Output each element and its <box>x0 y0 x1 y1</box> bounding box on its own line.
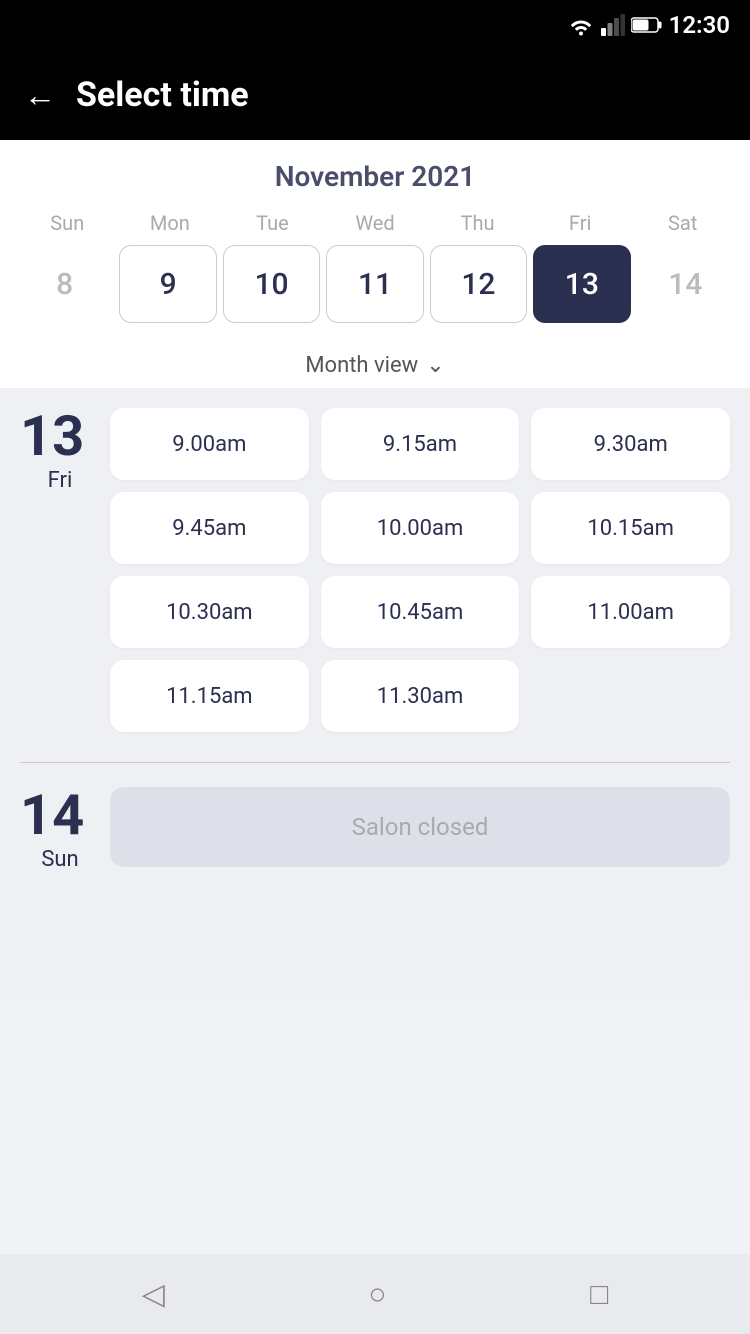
slots-section: 13 Fri 9.00am9.15am9.30am 9.45am10.00am10.1… <box>0 388 750 1002</box>
day-headers: Sun Mon Tue Wed Thu Fri Sat <box>16 211 734 235</box>
date-cell-14[interactable]: 14 <box>637 245 734 323</box>
time-slot-900am[interactable]: 9.00am <box>110 408 309 480</box>
clock-time: 12:30 <box>669 11 730 39</box>
nav-back-icon[interactable]: ◁ <box>142 1277 165 1312</box>
calendar-section: November 2021 Sun Mon Tue Wed Thu Fri Sa… <box>0 140 750 339</box>
time-slot-930am[interactable]: 9.30am <box>531 408 730 480</box>
divider <box>20 762 730 763</box>
nav-recent-icon[interactable]: □ <box>590 1277 608 1312</box>
day-name-Sun: Sun <box>41 847 78 872</box>
day-block-14: 14 Sun Salon closed <box>20 787 730 872</box>
day-header-sat: Sat <box>631 211 734 235</box>
date-cell-10[interactable]: 10 <box>223 245 320 323</box>
day-header-fri: Fri <box>529 211 632 235</box>
day-block-13: 13 Fri 9.00am9.15am9.30am 9.45am10.00am10.1… <box>20 408 730 732</box>
date-cell-9[interactable]: 9 <box>119 245 216 323</box>
date-cell-8[interactable]: 8 <box>16 245 113 323</box>
page-title: Select time <box>76 75 249 115</box>
time-slot-1130am[interactable]: 11.30am <box>321 660 520 732</box>
battery-icon <box>631 16 663 34</box>
time-slot-1100am[interactable]: 11.00am <box>531 576 730 648</box>
chevron-down-icon[interactable]: ⌄ <box>426 353 444 378</box>
day-name-Fri: Fri <box>48 468 73 493</box>
date-cell-11[interactable]: 11 <box>326 245 423 323</box>
day-header-sun: Sun <box>16 211 119 235</box>
time-slot-1015am[interactable]: 10.15am <box>531 492 730 564</box>
month-label: November 2021 <box>16 160 734 193</box>
time-slot-945am[interactable]: 9.45am <box>110 492 309 564</box>
wifi-icon <box>567 14 595 36</box>
top-bar: ← Select time <box>0 50 750 140</box>
date-row: 891011121314 <box>16 245 734 323</box>
day-number-14: 14 <box>20 787 100 843</box>
day-number-13: 13 <box>20 408 100 464</box>
time-slot-915am[interactable]: 9.15am <box>321 408 520 480</box>
time-slot-1000am[interactable]: 10.00am <box>321 492 520 564</box>
status-bar: 12:30 <box>0 0 750 50</box>
nav-home-icon[interactable]: ○ <box>368 1277 386 1312</box>
date-cell-13[interactable]: 13 <box>533 245 630 323</box>
day-header-thu: Thu <box>426 211 529 235</box>
day-header-wed: Wed <box>324 211 427 235</box>
day-header-mon: Mon <box>119 211 222 235</box>
time-slot-1115am[interactable]: 11.15am <box>110 660 309 732</box>
date-cell-12[interactable]: 12 <box>430 245 527 323</box>
month-view-label[interactable]: Month view <box>305 353 418 378</box>
status-icons: 12:30 <box>567 11 730 39</box>
time-slot-1030am[interactable]: 10.30am <box>110 576 309 648</box>
nav-bar: ◁ ○ □ <box>0 1254 750 1334</box>
time-slot-1045am[interactable]: 10.45am <box>321 576 520 648</box>
salon-closed-label: Salon closed <box>110 787 730 867</box>
day-header-tue: Tue <box>221 211 324 235</box>
signal-icon <box>601 14 625 36</box>
time-grid-13: 9.00am9.15am9.30am9.45am10.00am10.15am10… <box>110 408 730 732</box>
back-button[interactable]: ← <box>24 79 56 111</box>
month-view-row[interactable]: Month view ⌄ <box>0 339 750 388</box>
